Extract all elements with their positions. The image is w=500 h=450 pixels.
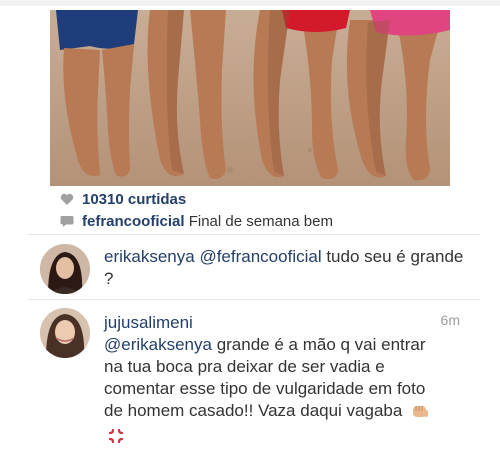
divider bbox=[28, 299, 480, 300]
likes-count[interactable]: 10310 curtidas bbox=[82, 191, 186, 208]
comment-username[interactable]: jujusalimeni bbox=[104, 313, 193, 332]
top-divider bbox=[0, 0, 500, 6]
caption-author[interactable]: fefrancooficial bbox=[82, 213, 185, 230]
speech-bubble-icon bbox=[60, 215, 74, 228]
anger-symbol-icon bbox=[108, 428, 124, 450]
avatar[interactable] bbox=[40, 244, 90, 294]
fist-icon bbox=[411, 403, 429, 425]
caption-row: fefrancooficial Final de semana bem bbox=[60, 211, 333, 231]
heart-icon bbox=[60, 193, 74, 206]
comment: jujusalimeni @erikaksenya grande é a mão… bbox=[104, 312, 444, 450]
caption-text: Final de semana bem bbox=[188, 212, 333, 230]
comment-username[interactable]: erikaksenya bbox=[104, 247, 195, 266]
avatar[interactable] bbox=[40, 308, 90, 358]
likes-row[interactable]: 10310 curtidas bbox=[60, 189, 186, 209]
comment-mention[interactable]: @fefrancooficial bbox=[199, 247, 321, 266]
comment-mention[interactable]: @erikaksenya bbox=[104, 335, 212, 354]
comment: erikaksenya @fefrancooficial tudo seu é … bbox=[104, 246, 464, 290]
post-photo[interactable] bbox=[50, 10, 450, 186]
divider bbox=[28, 234, 480, 235]
comment-timestamp: 6m bbox=[440, 312, 460, 328]
